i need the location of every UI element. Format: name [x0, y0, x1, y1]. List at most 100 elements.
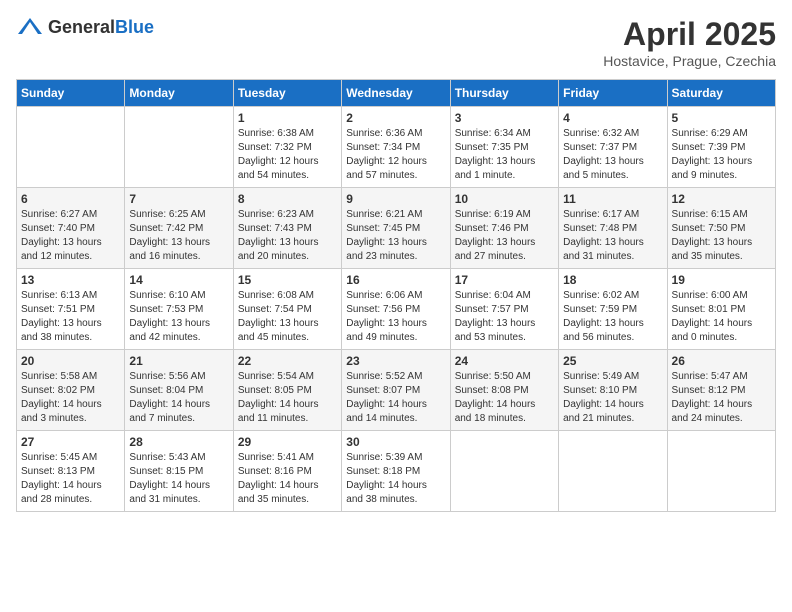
header-monday: Monday	[125, 80, 233, 107]
day-number: 22	[238, 354, 337, 368]
day-number: 15	[238, 273, 337, 287]
calendar-header: Sunday Monday Tuesday Wednesday Thursday…	[17, 80, 776, 107]
week-row-5: 27 Sunrise: 5:45 AM Sunset: 8:13 PM Dayli…	[17, 431, 776, 512]
cell-w2-d4: 10Sunrise: 6:19 AM Sunset: 7:46 PM Dayli…	[450, 188, 558, 269]
day-info: Sunrise: 6:29 AM Sunset: 7:39 PM Dayligh…	[672, 127, 771, 183]
header-thursday: Thursday	[450, 80, 558, 107]
day-info: Sunrise: 6:13 AM Sunset: 7:51 PM Dayligh…	[21, 289, 120, 345]
cell-w3-d0: 13 Sunrise: 6:13 AM Sunset: 7:51 PM Dayli…	[17, 269, 125, 350]
week-row-3: 13 Sunrise: 6:13 AM Sunset: 7:51 PM Dayli…	[17, 269, 776, 350]
day-info: Sunrise: 6:02 AM Sunset: 7:59 PM Dayligh…	[563, 289, 662, 345]
cell-w1-d1	[125, 107, 233, 188]
cell-w5-d0: 27 Sunrise: 5:45 AM Sunset: 8:13 PM Dayli…	[17, 431, 125, 512]
day-number: 13	[21, 273, 120, 287]
day-info: Sunrise: 6:17 AM Sunset: 7:48 PM Dayligh…	[563, 208, 662, 264]
day-info: Sunrise: 6:23 AM Sunset: 7:43 PM Dayligh…	[238, 208, 337, 264]
day-info: Sunrise: 5:50 AM Sunset: 8:08 PM Dayligh…	[455, 370, 554, 426]
cell-w3-d1: 14Sunrise: 6:10 AM Sunset: 7:53 PM Dayli…	[125, 269, 233, 350]
day-number: 21	[129, 354, 228, 368]
cell-w2-d6: 12 Sunrise: 6:15 AM Sunset: 7:50 PM Dayli…	[667, 188, 775, 269]
day-number: 14	[129, 273, 228, 287]
cell-w3-d4: 17 Sunrise: 6:04 AM Sunset: 7:57 PM Dayli…	[450, 269, 558, 350]
day-number: 23	[346, 354, 445, 368]
cell-w1-d2: 1Sunrise: 6:38 AM Sunset: 7:32 PM Daylig…	[233, 107, 341, 188]
cell-w3-d5: 18 Sunrise: 6:02 AM Sunset: 7:59 PM Dayli…	[559, 269, 667, 350]
day-info: Sunrise: 6:36 AM Sunset: 7:34 PM Dayligh…	[346, 127, 445, 183]
cell-w5-d4	[450, 431, 558, 512]
day-info: Sunrise: 5:52 AM Sunset: 8:07 PM Dayligh…	[346, 370, 445, 426]
day-number: 12	[672, 192, 771, 206]
cell-w3-d2: 15 Sunrise: 6:08 AM Sunset: 7:54 PM Dayli…	[233, 269, 341, 350]
day-number: 6	[21, 192, 120, 206]
header-friday: Friday	[559, 80, 667, 107]
day-info: Sunrise: 6:21 AM Sunset: 7:45 PM Dayligh…	[346, 208, 445, 264]
header-tuesday: Tuesday	[233, 80, 341, 107]
day-number: 7	[129, 192, 228, 206]
week-row-1: 1Sunrise: 6:38 AM Sunset: 7:32 PM Daylig…	[17, 107, 776, 188]
day-number: 30	[346, 435, 445, 449]
header-saturday: Saturday	[667, 80, 775, 107]
day-number: 19	[672, 273, 771, 287]
cell-w2-d0: 6 Sunrise: 6:27 AM Sunset: 7:40 PM Daylig…	[17, 188, 125, 269]
cell-w1-d3: 2 Sunrise: 6:36 AM Sunset: 7:34 PM Daylig…	[342, 107, 450, 188]
cell-w2-d1: 7 Sunrise: 6:25 AM Sunset: 7:42 PM Daylig…	[125, 188, 233, 269]
day-number: 26	[672, 354, 771, 368]
cell-w2-d5: 11 Sunrise: 6:17 AM Sunset: 7:48 PM Dayli…	[559, 188, 667, 269]
day-number: 24	[455, 354, 554, 368]
day-info: Sunrise: 6:06 AM Sunset: 7:56 PM Dayligh…	[346, 289, 445, 345]
day-info: Sunrise: 5:41 AM Sunset: 8:16 PM Dayligh…	[238, 451, 337, 507]
day-info: Sunrise: 6:04 AM Sunset: 7:57 PM Dayligh…	[455, 289, 554, 345]
day-number: 17	[455, 273, 554, 287]
generalblue-logo-icon	[16, 16, 44, 38]
day-number: 27	[21, 435, 120, 449]
day-number: 11	[563, 192, 662, 206]
day-info: Sunrise: 6:15 AM Sunset: 7:50 PM Dayligh…	[672, 208, 771, 264]
day-number: 16	[346, 273, 445, 287]
day-number: 8	[238, 192, 337, 206]
header-wednesday: Wednesday	[342, 80, 450, 107]
day-info: Sunrise: 5:56 AM Sunset: 8:04 PM Dayligh…	[129, 370, 228, 426]
day-info: Sunrise: 6:38 AM Sunset: 7:32 PM Dayligh…	[238, 127, 337, 183]
cell-w2-d2: 8 Sunrise: 6:23 AM Sunset: 7:43 PM Daylig…	[233, 188, 341, 269]
cell-w4-d4: 24 Sunrise: 5:50 AM Sunset: 8:08 PM Dayli…	[450, 350, 558, 431]
day-number: 29	[238, 435, 337, 449]
logo-blue: Blue	[115, 17, 154, 37]
day-info: Sunrise: 5:54 AM Sunset: 8:05 PM Dayligh…	[238, 370, 337, 426]
day-info: Sunrise: 5:45 AM Sunset: 8:13 PM Dayligh…	[21, 451, 120, 507]
cell-w4-d1: 21 Sunrise: 5:56 AM Sunset: 8:04 PM Dayli…	[125, 350, 233, 431]
day-info: Sunrise: 6:08 AM Sunset: 7:54 PM Dayligh…	[238, 289, 337, 345]
cell-w3-d3: 16 Sunrise: 6:06 AM Sunset: 7:56 PM Dayli…	[342, 269, 450, 350]
day-number: 2	[346, 111, 445, 125]
sub-title: Hostavice, Prague, Czechia	[603, 53, 776, 69]
cell-w1-d5: 4Sunrise: 6:32 AM Sunset: 7:37 PM Daylig…	[559, 107, 667, 188]
cell-w2-d3: 9Sunrise: 6:21 AM Sunset: 7:45 PM Daylig…	[342, 188, 450, 269]
cell-w5-d6	[667, 431, 775, 512]
cell-w1-d6: 5 Sunrise: 6:29 AM Sunset: 7:39 PM Daylig…	[667, 107, 775, 188]
logo-general: General	[48, 17, 115, 37]
day-info: Sunrise: 5:49 AM Sunset: 8:10 PM Dayligh…	[563, 370, 662, 426]
cell-w4-d5: 25 Sunrise: 5:49 AM Sunset: 8:10 PM Dayli…	[559, 350, 667, 431]
cell-w3-d6: 19Sunrise: 6:00 AM Sunset: 8:01 PM Dayli…	[667, 269, 775, 350]
day-info: Sunrise: 5:58 AM Sunset: 8:02 PM Dayligh…	[21, 370, 120, 426]
day-info: Sunrise: 6:25 AM Sunset: 7:42 PM Dayligh…	[129, 208, 228, 264]
header-row: Sunday Monday Tuesday Wednesday Thursday…	[17, 80, 776, 107]
day-info: Sunrise: 6:34 AM Sunset: 7:35 PM Dayligh…	[455, 127, 554, 183]
calendar-body: 1Sunrise: 6:38 AM Sunset: 7:32 PM Daylig…	[17, 107, 776, 512]
main-title: April 2025	[603, 16, 776, 53]
day-number: 25	[563, 354, 662, 368]
day-info: Sunrise: 5:47 AM Sunset: 8:12 PM Dayligh…	[672, 370, 771, 426]
day-number: 5	[672, 111, 771, 125]
logo-text: GeneralBlue	[48, 17, 154, 38]
day-info: Sunrise: 6:27 AM Sunset: 7:40 PM Dayligh…	[21, 208, 120, 264]
day-number: 18	[563, 273, 662, 287]
header-sunday: Sunday	[17, 80, 125, 107]
day-number: 28	[129, 435, 228, 449]
week-row-2: 6 Sunrise: 6:27 AM Sunset: 7:40 PM Daylig…	[17, 188, 776, 269]
day-info: Sunrise: 6:19 AM Sunset: 7:46 PM Dayligh…	[455, 208, 554, 264]
header: GeneralBlue April 2025 Hostavice, Prague…	[16, 16, 776, 69]
cell-w4-d0: 20Sunrise: 5:58 AM Sunset: 8:02 PM Dayli…	[17, 350, 125, 431]
cell-w5-d5	[559, 431, 667, 512]
calendar-table: Sunday Monday Tuesday Wednesday Thursday…	[16, 79, 776, 512]
logo: GeneralBlue	[16, 16, 154, 38]
day-info: Sunrise: 6:32 AM Sunset: 7:37 PM Dayligh…	[563, 127, 662, 183]
